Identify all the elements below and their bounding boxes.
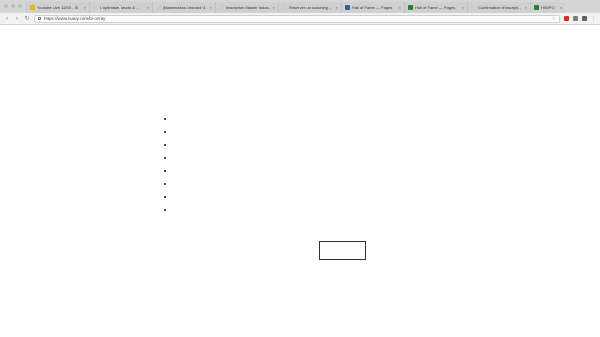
url-text: https://www.lsaey.com/bi-ozray bbox=[44, 16, 106, 21]
back-button[interactable]: ‹ bbox=[4, 16, 10, 22]
extension-icon-3[interactable] bbox=[582, 16, 587, 21]
favicon-icon bbox=[534, 5, 539, 10]
bullet-list bbox=[163, 113, 167, 217]
tab-label: [Masterclass Léonard G... bbox=[163, 5, 208, 10]
tab-close-icon[interactable]: × bbox=[210, 5, 212, 10]
tab-close-icon[interactable]: × bbox=[147, 5, 149, 10]
tab-close-icon[interactable]: × bbox=[525, 5, 527, 10]
browser-chrome: Youtube Live 12/03 - Si × L'optimiste, lav… bbox=[0, 0, 600, 25]
favicon-icon bbox=[219, 5, 224, 10]
favicon-icon bbox=[345, 5, 350, 10]
tab-label: L'optimiste, lavoix & ... bbox=[100, 5, 140, 10]
browser-tab[interactable]: Réserver un coaching ... × bbox=[278, 2, 341, 13]
bookmark-star-icon[interactable]: ☆ bbox=[552, 16, 556, 22]
reload-button[interactable]: ↻ bbox=[24, 16, 30, 22]
lock-icon bbox=[38, 17, 41, 20]
list-item bbox=[163, 165, 167, 178]
favicon-icon bbox=[471, 5, 476, 10]
favicon-icon bbox=[408, 5, 413, 10]
forward-button[interactable]: › bbox=[14, 16, 20, 22]
tab-close-icon[interactable]: × bbox=[560, 5, 562, 10]
browser-menu-icon[interactable]: ⋮ bbox=[591, 16, 596, 22]
tab-close-icon[interactable]: × bbox=[462, 5, 464, 10]
address-bar[interactable]: https://www.lsaey.com/bi-ozray ☆ bbox=[34, 14, 560, 23]
favicon-icon bbox=[93, 5, 98, 10]
browser-toolbar: ‹ › ↻ https://www.lsaey.com/bi-ozray ☆ ⋮ bbox=[0, 13, 600, 25]
favicon-icon bbox=[156, 5, 161, 10]
browser-tab[interactable]: Youtube Live 12/03 - Si × bbox=[26, 2, 89, 13]
browser-tab[interactable]: L'optimiste, lavoix & ... × bbox=[89, 2, 152, 13]
tab-label: Youtube Live 12/03 - Si bbox=[37, 5, 79, 10]
tab-close-icon[interactable]: × bbox=[336, 5, 338, 10]
browser-tab[interactable]: [Masterclass Léonard G... × bbox=[152, 2, 215, 13]
browser-tab[interactable]: Hall of Fame — Pages × bbox=[404, 2, 467, 13]
page-content bbox=[0, 25, 600, 337]
list-item bbox=[163, 152, 167, 165]
list-item bbox=[163, 126, 167, 139]
favicon-icon bbox=[282, 5, 287, 10]
window-controls bbox=[4, 4, 22, 8]
maximize-window-button[interactable] bbox=[18, 4, 22, 8]
tab-close-icon[interactable]: × bbox=[84, 5, 86, 10]
browser-tab[interactable]: Hall of Fame — Pages × bbox=[341, 2, 404, 13]
tab-label: Confirmation d'inscripti... bbox=[478, 5, 522, 10]
tab-label: HIWPO bbox=[541, 5, 555, 10]
tab-label: Hall of Fame — Pages bbox=[415, 5, 456, 10]
list-item bbox=[163, 139, 167, 152]
tab-label: Inscription Master Indus... bbox=[226, 5, 271, 10]
extension-icon-2[interactable] bbox=[573, 16, 578, 21]
list-item bbox=[163, 191, 167, 204]
minimize-window-button[interactable] bbox=[11, 4, 15, 8]
list-item bbox=[163, 113, 167, 126]
tab-close-icon[interactable]: × bbox=[273, 5, 275, 10]
empty-box[interactable] bbox=[319, 241, 366, 260]
list-item bbox=[163, 204, 167, 217]
close-window-button[interactable] bbox=[4, 4, 8, 8]
tab-strip: Youtube Live 12/03 - Si × L'optimiste, lav… bbox=[0, 0, 600, 13]
list-item bbox=[163, 178, 167, 191]
browser-tab[interactable]: Confirmation d'inscripti... × bbox=[467, 2, 530, 13]
browser-tab[interactable]: Inscription Master Indus... × bbox=[215, 2, 278, 13]
tab-label: Réserver un coaching ... bbox=[289, 5, 333, 10]
favicon-icon bbox=[30, 5, 35, 10]
extension-icon-1[interactable] bbox=[564, 16, 569, 21]
tab-label: Hall of Fame — Pages bbox=[352, 5, 393, 10]
tab-close-icon[interactable]: × bbox=[399, 5, 401, 10]
browser-tab[interactable]: HIWPO × bbox=[530, 2, 565, 13]
